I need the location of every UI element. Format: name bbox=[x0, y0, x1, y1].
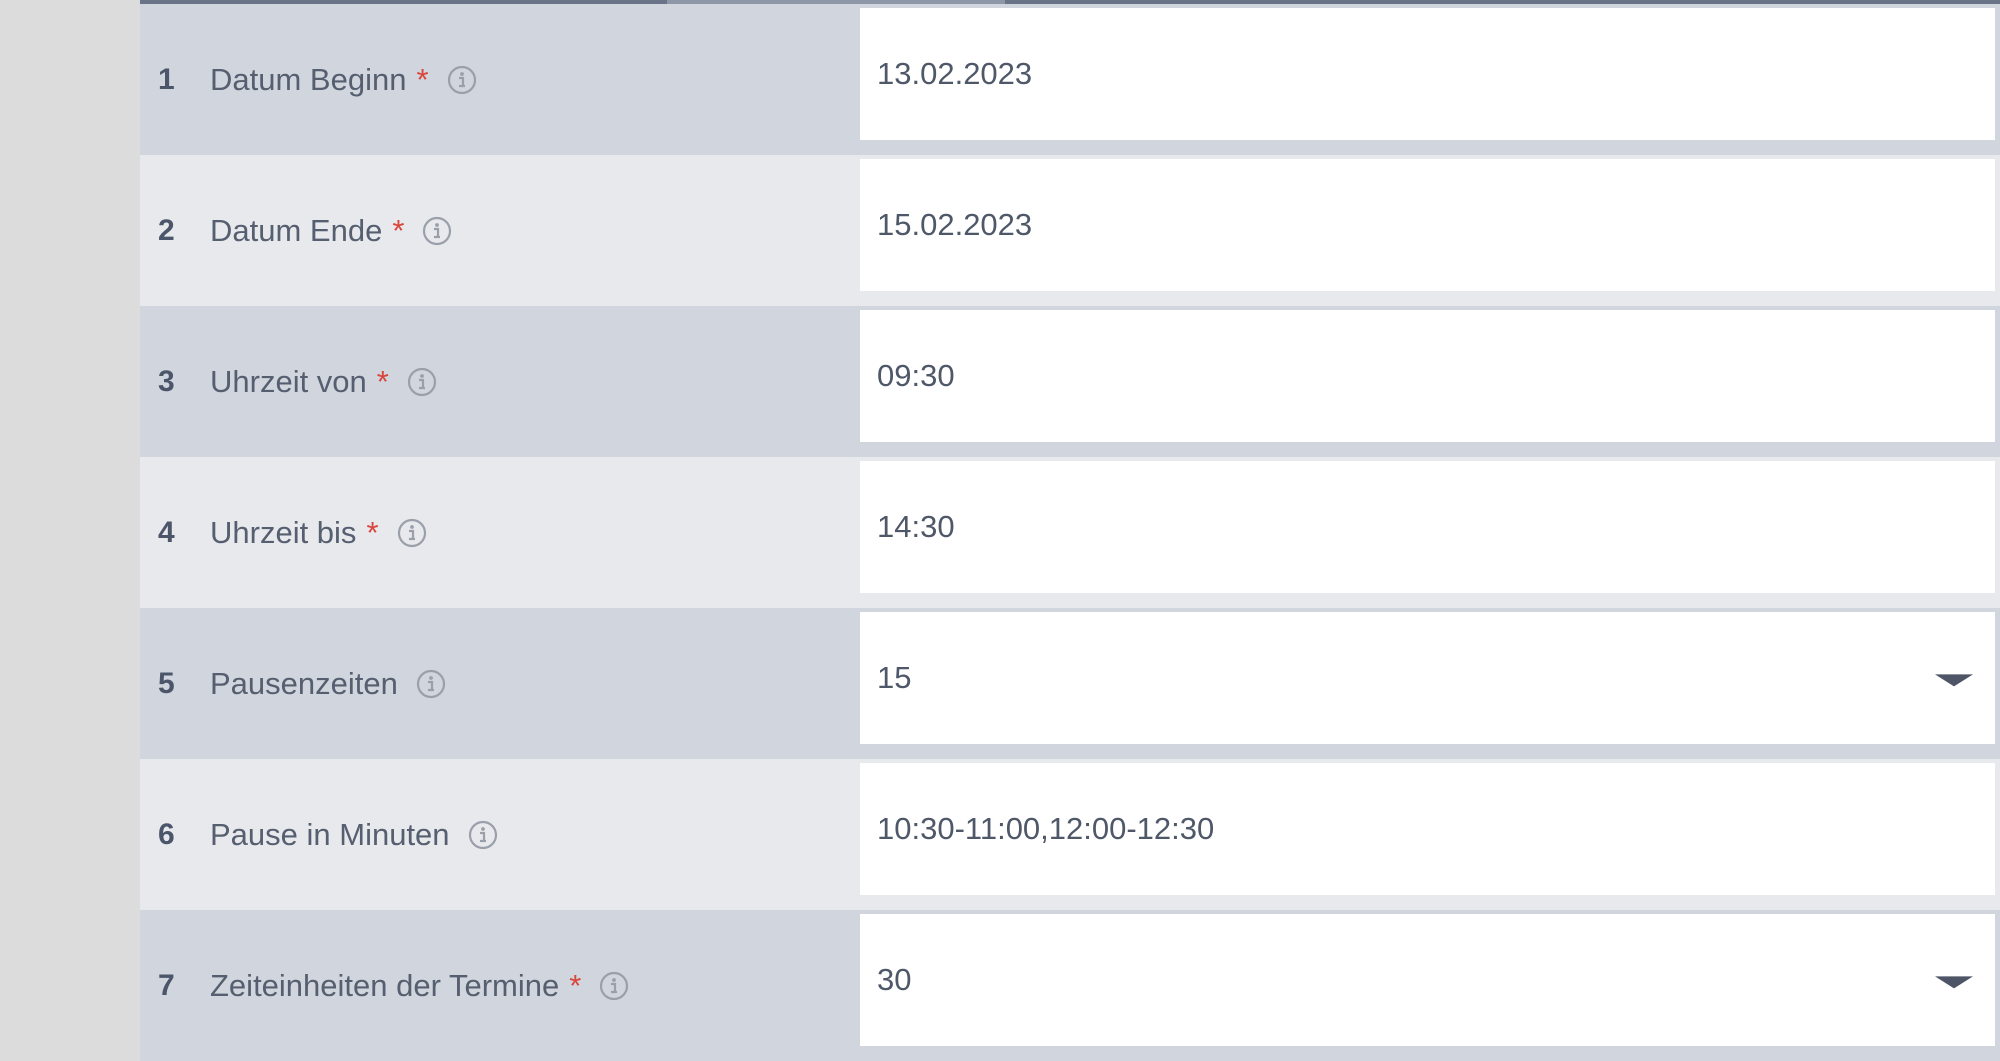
datum-ende-input[interactable]: 15.02.2023 bbox=[860, 159, 1995, 291]
label-cell: 2 Datum Ende * bbox=[140, 155, 860, 306]
form-row-uhrzeit-von: 3 Uhrzeit von * 09:30 bbox=[140, 306, 2000, 457]
pausenzeiten-select[interactable]: 15 bbox=[860, 612, 1995, 744]
info-icon[interactable] bbox=[416, 669, 446, 699]
input-value: 10:30-11:00,12:00-12:30 bbox=[877, 811, 1215, 846]
field-label: Pause in Minuten bbox=[210, 817, 498, 853]
info-icon[interactable] bbox=[397, 518, 427, 548]
label-cell: 4 Uhrzeit bis * bbox=[140, 457, 860, 608]
field-label-text: Uhrzeit von bbox=[210, 363, 367, 399]
input-value: 14:30 bbox=[877, 509, 955, 544]
form-row-pause-in-minuten: 6 Pause in Minuten 10:30-11:00,12:00-12:… bbox=[140, 759, 2000, 910]
field-label-text: Datum Beginn bbox=[210, 61, 407, 97]
field-label: Datum Ende * bbox=[210, 213, 452, 249]
zeiteinheiten-select[interactable]: 30 bbox=[860, 914, 1995, 1046]
label-cell: 3 Uhrzeit von * bbox=[140, 306, 860, 457]
field-label-text: Pause in Minuten bbox=[210, 816, 450, 852]
chevron-down-icon[interactable] bbox=[1935, 674, 1973, 687]
form-row-uhrzeit-bis: 4 Uhrzeit bis * 14:30 bbox=[140, 457, 2000, 608]
label-cell: 1 Datum Beginn * bbox=[140, 4, 860, 155]
field-label-text: Zeiteinheiten der Termine bbox=[210, 967, 560, 1003]
field-label-text: Datum Ende bbox=[210, 212, 383, 248]
input-value: 13.02.2023 bbox=[877, 56, 1033, 91]
form-row-datum-beginn: 1 Datum Beginn * 13.02.2023 bbox=[140, 4, 2000, 155]
row-number: 4 bbox=[158, 515, 175, 549]
field-label: Uhrzeit von * bbox=[210, 364, 437, 400]
field-label: Pausenzeiten bbox=[210, 666, 446, 702]
info-icon[interactable] bbox=[422, 216, 452, 246]
form-row-pausenzeiten: 5 Pausenzeiten 15 bbox=[140, 608, 2000, 759]
label-cell: 5 Pausenzeiten bbox=[140, 608, 860, 759]
required-marker: * bbox=[392, 212, 405, 248]
chevron-down-icon[interactable] bbox=[1935, 976, 1973, 989]
row-number: 6 bbox=[158, 817, 175, 851]
row-number: 7 bbox=[158, 968, 175, 1002]
field-label: Uhrzeit bis * bbox=[210, 515, 427, 551]
required-marker: * bbox=[569, 967, 582, 1003]
label-cell: 7 Zeiteinheiten der Termine * bbox=[140, 910, 860, 1061]
required-marker: * bbox=[366, 514, 379, 550]
info-icon[interactable] bbox=[468, 820, 498, 850]
required-marker: * bbox=[376, 363, 389, 399]
info-icon[interactable] bbox=[447, 65, 477, 95]
row-number: 2 bbox=[158, 213, 175, 247]
field-label: Datum Beginn * bbox=[210, 62, 477, 98]
required-marker: * bbox=[416, 61, 429, 97]
field-label-text: Uhrzeit bis bbox=[210, 514, 357, 550]
uhrzeit-von-input[interactable]: 09:30 bbox=[860, 310, 1995, 442]
row-number: 3 bbox=[158, 364, 175, 398]
form-row-datum-ende: 2 Datum Ende * 15.02.2023 bbox=[140, 155, 2000, 306]
form-row-zeiteinheiten: 7 Zeiteinheiten der Termine * 30 bbox=[140, 910, 2000, 1061]
select-value: 30 bbox=[877, 962, 912, 997]
field-label-text: Pausenzeiten bbox=[210, 665, 398, 701]
label-cell: 6 Pause in Minuten bbox=[140, 759, 860, 910]
uhrzeit-bis-input[interactable]: 14:30 bbox=[860, 461, 1995, 593]
row-number: 1 bbox=[158, 62, 175, 96]
pause-in-minuten-input[interactable]: 10:30-11:00,12:00-12:30 bbox=[860, 763, 1995, 895]
select-value: 15 bbox=[877, 660, 912, 695]
info-icon[interactable] bbox=[407, 367, 437, 397]
input-value: 15.02.2023 bbox=[877, 207, 1033, 242]
info-icon[interactable] bbox=[599, 971, 629, 1001]
row-number: 5 bbox=[158, 666, 175, 700]
datum-beginn-input[interactable]: 13.02.2023 bbox=[860, 8, 1995, 140]
form-container: 1 Datum Beginn * 13.02.2023 2 Datum Ende… bbox=[140, 0, 2000, 1061]
input-value: 09:30 bbox=[877, 358, 955, 393]
field-label: Zeiteinheiten der Termine * bbox=[210, 968, 629, 1004]
